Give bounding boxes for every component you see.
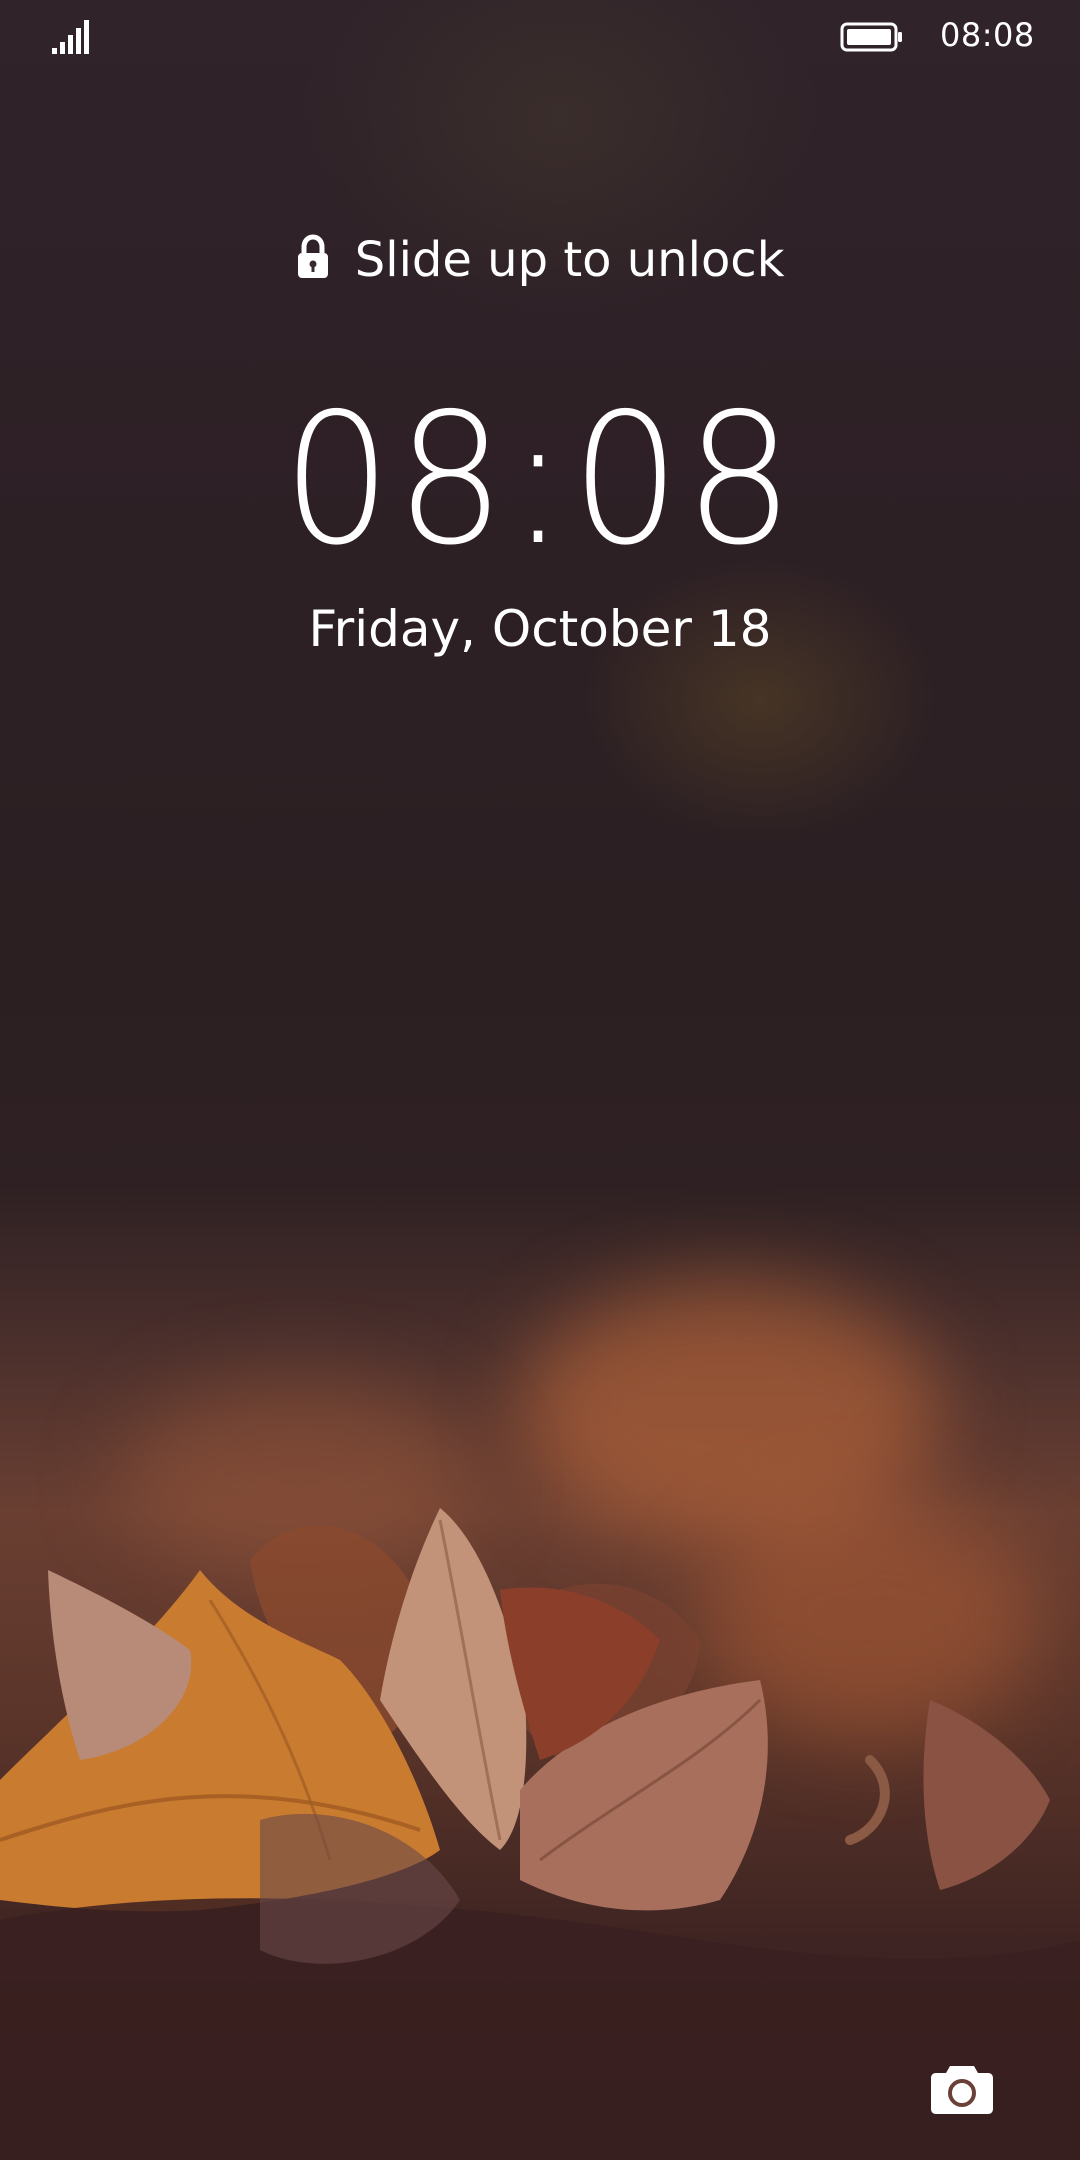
unlock-hint-text: Slide up to unlock [354, 232, 785, 288]
lock-screen-wallpaper [0, 0, 1080, 2160]
unlock-hint: Slide up to unlock [0, 232, 1080, 288]
status-bar-time: 08:08 [940, 16, 1035, 54]
clock-time: 08:08 [282, 373, 798, 585]
lock-icon [296, 232, 355, 288]
camera-shortcut-button[interactable] [924, 2058, 1004, 2118]
autumn-leaves-illustration [0, 1508, 1080, 2160]
status-bar: 08:08 [0, 0, 1080, 72]
lock-screen-clock: 08:08 [0, 374, 1080, 584]
lock-screen-date: Friday, October 18 [308, 600, 772, 658]
